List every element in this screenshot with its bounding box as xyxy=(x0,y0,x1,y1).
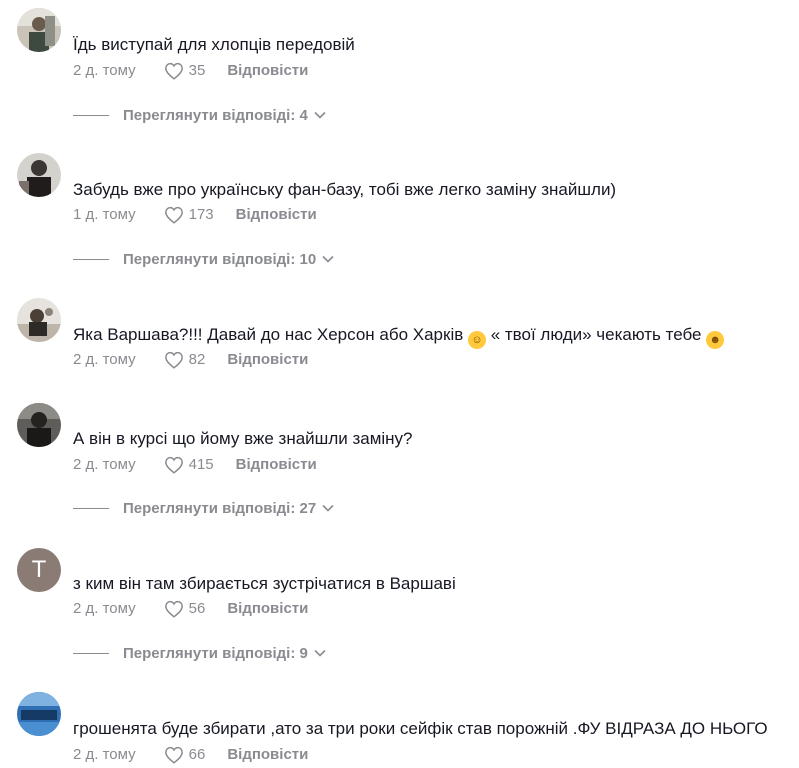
comment-time: 2 д. тому xyxy=(73,62,136,79)
avatar[interactable] xyxy=(17,8,61,52)
like-button[interactable]: 415 xyxy=(164,454,214,476)
heart-outline-icon xyxy=(164,600,183,618)
view-replies-button[interactable]: Переглянути відповіді: 10 xyxy=(73,248,334,270)
reply-button[interactable]: Відповісти xyxy=(227,60,308,82)
avatar[interactable] xyxy=(17,298,61,342)
heart-outline-icon xyxy=(164,62,183,80)
comment-text: Яка Варшава?!!! Давай до нас Херсон або … xyxy=(73,324,725,349)
reply-button[interactable]: Відповісти xyxy=(227,349,308,371)
reply-button[interactable]: Відповісти xyxy=(236,204,317,226)
reply-button[interactable]: Відповісти xyxy=(227,598,308,620)
divider-line xyxy=(73,652,109,654)
avatar-photo xyxy=(17,153,61,197)
comment-time: 1 д. тому xyxy=(73,206,136,223)
divider-line xyxy=(73,258,109,260)
heart-outline-icon xyxy=(164,456,183,474)
comment-text: грошенята буде збирати ,ато за три роки … xyxy=(73,719,768,738)
chevron-down-icon xyxy=(314,649,326,657)
comment-time: 2 д. тому xyxy=(73,600,136,617)
comment-meta: 2 д. тому 415 Відповісти xyxy=(73,454,317,476)
avatar[interactable]: T xyxy=(17,548,61,592)
divider-line xyxy=(73,507,109,509)
like-count: 82 xyxy=(188,351,206,368)
heart-outline-icon xyxy=(164,351,183,369)
avatar[interactable] xyxy=(17,403,61,447)
view-replies-label: Переглянути відповіді: 4 xyxy=(123,106,308,124)
comment-meta: 2 д. тому 56 Відповісти xyxy=(73,598,308,620)
avatar-letter: T xyxy=(32,557,46,583)
view-replies-button[interactable]: Переглянути відповіді: 4 xyxy=(73,104,326,126)
like-count: 66 xyxy=(188,746,206,763)
comment-meta: 2 д. тому 66 Відповісти xyxy=(73,744,308,766)
comment-text: Їдь виступай для хлопців передовій xyxy=(73,35,355,54)
comment-text-part: « твої люди» чекають тебе xyxy=(485,325,707,344)
comment-text-part: Яка Варшава?!!! Давай до нас Херсон або … xyxy=(73,325,468,344)
like-count: 56 xyxy=(188,600,206,617)
like-button[interactable]: 82 xyxy=(164,349,206,371)
like-button[interactable]: 66 xyxy=(164,744,206,766)
chevron-down-icon xyxy=(314,111,326,119)
view-replies-button[interactable]: Переглянути відповіді: 9 xyxy=(73,642,326,664)
reply-button[interactable]: Відповісти xyxy=(236,454,317,476)
comment-meta: 2 д. тому 35 Відповісти xyxy=(73,60,308,82)
like-button[interactable]: 56 xyxy=(164,598,206,620)
divider-line xyxy=(73,114,109,116)
view-replies-label: Переглянути відповіді: 10 xyxy=(123,250,317,268)
avatar[interactable] xyxy=(17,153,61,197)
avatar-photo xyxy=(17,298,61,342)
comment-time: 2 д. тому xyxy=(73,746,136,763)
view-replies-label: Переглянути відповіді: 9 xyxy=(123,644,308,662)
smiling-face-emoji: ☺ xyxy=(467,331,486,349)
chevron-down-icon xyxy=(322,255,334,263)
avatar-photo xyxy=(17,692,61,736)
avatar-photo xyxy=(17,403,61,447)
like-button[interactable]: 35 xyxy=(164,60,206,82)
chevron-down-icon xyxy=(322,504,334,512)
like-button[interactable]: 173 xyxy=(164,204,214,226)
comment-time: 2 д. тому xyxy=(73,351,136,368)
avatar-photo xyxy=(17,8,61,52)
avatar[interactable] xyxy=(17,692,61,736)
comment-text: Забудь вже про українську фан-базу, тобі… xyxy=(73,180,617,199)
heart-outline-icon xyxy=(164,746,183,764)
comment-time: 2 д. тому xyxy=(73,456,136,473)
heart-outline-icon xyxy=(164,206,183,224)
grinning-face-emoji: ☻ xyxy=(706,331,725,349)
like-count: 173 xyxy=(188,206,214,223)
comment-text: з ким він там збирається зустрічатися в … xyxy=(73,574,456,593)
comment-meta: 2 д. тому 82 Відповісти xyxy=(73,349,308,371)
view-replies-button[interactable]: Переглянути відповіді: 27 xyxy=(73,497,334,519)
comment-meta: 1 д. тому 173 Відповісти xyxy=(73,204,317,226)
comment-text: А він в курсі що йому вже знайшли заміну… xyxy=(73,429,413,448)
like-count: 35 xyxy=(188,62,206,79)
view-replies-label: Переглянути відповіді: 27 xyxy=(123,499,317,517)
reply-button[interactable]: Відповісти xyxy=(227,744,308,766)
like-count: 415 xyxy=(188,456,214,473)
